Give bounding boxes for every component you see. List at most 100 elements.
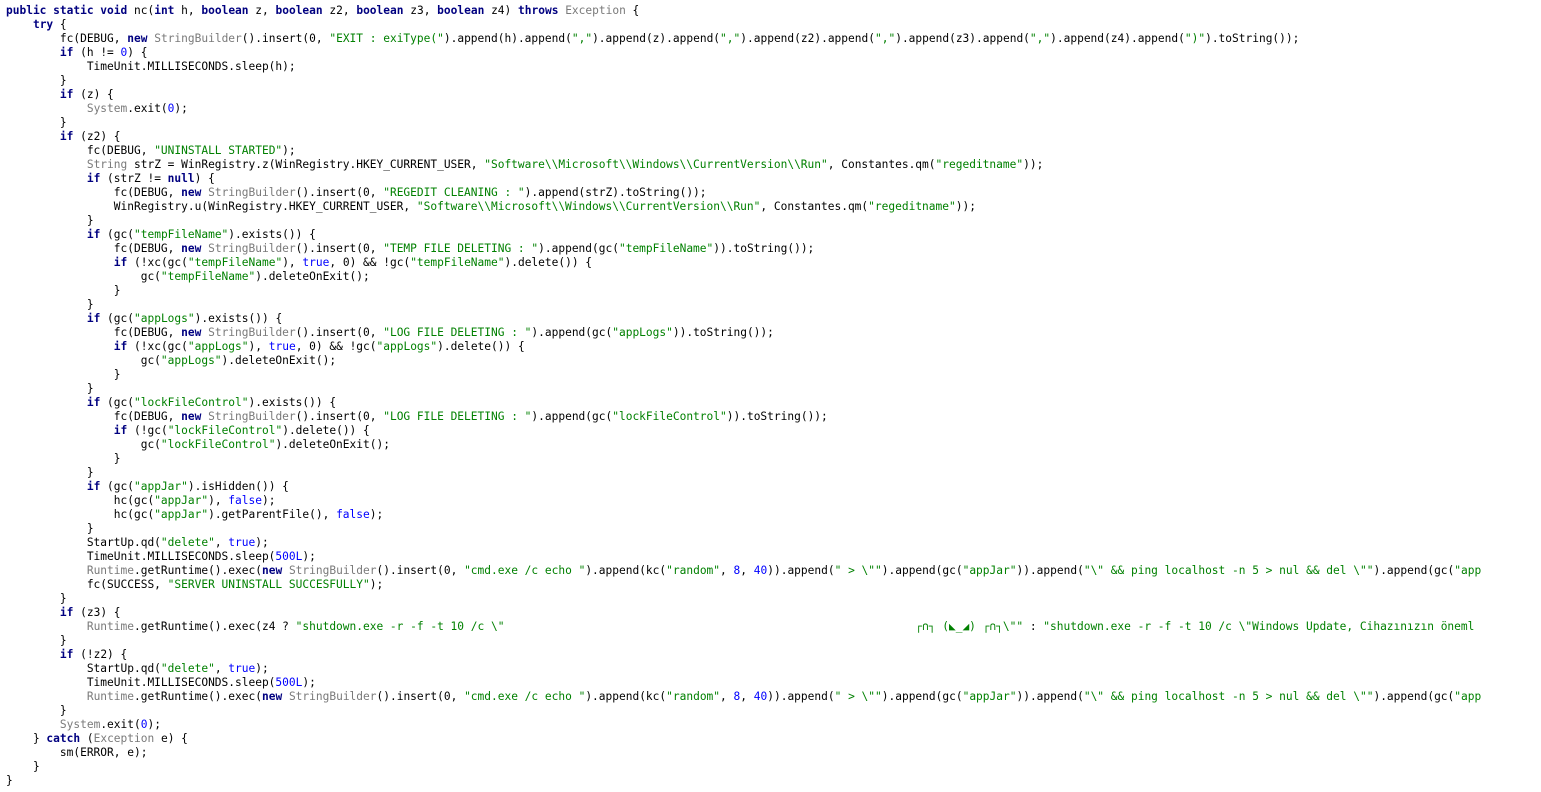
code-token: "cmd.exe /c echo " <box>464 690 586 703</box>
code-token: ), <box>248 340 269 353</box>
code-token: int <box>154 4 175 17</box>
code-line: sm(ERROR, e); <box>6 746 148 760</box>
code-token: try <box>32 18 54 31</box>
code-token: )).append( <box>767 690 835 703</box>
code-token: "," <box>874 32 896 45</box>
code-token: StringBuilder <box>208 186 296 199</box>
code-token: if <box>86 228 101 241</box>
code-token: if <box>86 396 101 409</box>
code-token: Runtime <box>86 620 134 633</box>
code-token: } <box>6 298 94 311</box>
code-token: ).deleteOnExit(); <box>275 438 390 451</box>
code-token: } <box>6 592 67 605</box>
code-token: if <box>59 88 74 101</box>
code-token: } <box>6 116 67 129</box>
code-token: (gc( <box>100 396 134 409</box>
code-line: if (!xc(gc("tempFileName"), true, 0) && … <box>6 256 592 270</box>
code-line: fc(DEBUG, new StringBuilder().insert(0, … <box>6 186 707 200</box>
code-line: if (strZ != null) { <box>6 172 215 186</box>
code-token: ).delete()) { <box>504 256 593 269</box>
code-token: Runtime <box>86 690 134 703</box>
code-token: "appLogs" <box>612 326 673 339</box>
code-token: fc(DEBUG, <box>6 326 182 339</box>
code-token: true <box>228 536 256 549</box>
code-token: ); <box>255 662 269 675</box>
code-token: ).deleteOnExit(); <box>221 354 337 367</box>
code-token: System <box>86 102 128 115</box>
code-token: } <box>6 466 94 479</box>
code-token: TimeUnit.MILLISECONDS.sleep( <box>6 550 276 563</box>
code-token: ( <box>80 732 94 745</box>
code-token: } <box>6 760 40 773</box>
code-token: "LOG FILE DELETING : " <box>383 326 532 339</box>
code-line: gc("appLogs").deleteOnExit(); <box>6 354 336 368</box>
code-line: if (!z2) { <box>6 648 127 662</box>
code-token: false <box>336 508 370 521</box>
code-token: ); <box>147 718 161 731</box>
code-token: gc( <box>6 354 161 367</box>
code-token: "delete" <box>160 662 215 675</box>
code-token: if <box>59 46 74 59</box>
code-line: WinRegistry.u(WinRegistry.HKEY_CURRENT_U… <box>6 200 976 214</box>
code-token: if <box>59 648 74 661</box>
code-token: "appLogs" <box>134 312 195 325</box>
code-token: ).append(z).append( <box>592 32 721 45</box>
code-token: ).exists()) { <box>228 228 316 241</box>
code-token: null <box>167 172 195 185</box>
code-token: } <box>6 382 94 395</box>
code-token: ).append(gc( <box>1373 690 1455 703</box>
code-token: ().insert(0, <box>376 564 465 577</box>
code-token: )).append( <box>1016 690 1084 703</box>
code-token: ); <box>302 676 316 689</box>
code-token: 40 <box>753 564 768 577</box>
code-token: ().insert(0, <box>376 690 465 703</box>
code-token: (z) { <box>73 88 114 101</box>
code-token: gc( <box>6 270 161 283</box>
code-line: TimeUnit.MILLISECONDS.sleep(500L); <box>6 550 316 564</box>
code-line: } <box>6 704 67 718</box>
code-token: ); <box>369 508 384 521</box>
code-token: ); <box>261 494 276 507</box>
code-token: if <box>59 606 74 619</box>
code-token: ().insert(0, <box>241 32 330 45</box>
code-token: hc(gc( <box>6 494 155 507</box>
code-token: "tempFileName" <box>618 242 714 255</box>
code-line: fc(DEBUG, new StringBuilder().insert(0, … <box>6 410 828 424</box>
code-token: , Constantes.qm( <box>827 158 936 171</box>
code-token: "tempFileName" <box>410 256 505 269</box>
code-token: fc(DEBUG, <box>6 410 182 423</box>
code-token: fc(DEBUG, <box>6 242 182 255</box>
code-token: StringBuilder <box>288 564 377 577</box>
code-token: ).append(z3).append( <box>895 32 1030 45</box>
code-token: if <box>86 480 101 493</box>
code-token: "regeditname" <box>935 158 1024 171</box>
code-token: nc( <box>127 4 155 17</box>
code-token: public static void <box>6 4 128 17</box>
code-token: " > \"" <box>834 564 882 577</box>
code-line: fc(DEBUG, "UNINSTALL STARTED"); <box>6 144 296 158</box>
code-token: , <box>720 690 734 703</box>
code-token: } <box>6 284 121 297</box>
code-token: } <box>6 214 94 227</box>
code-token: "appJar" <box>154 494 209 507</box>
code-token: 500L <box>275 676 303 689</box>
code-line: } <box>6 382 94 396</box>
code-token: fc(DEBUG, <box>6 32 128 45</box>
code-token: ).append(z2).append( <box>740 32 875 45</box>
code-token: boolean <box>437 4 485 17</box>
code-token: ).delete()) { <box>282 424 370 437</box>
code-token: ).append(strZ).toString()); <box>524 186 707 199</box>
code-token: .getRuntime().exec(z4 ? <box>133 620 296 633</box>
code-token: .exit( <box>100 718 141 731</box>
code-line: } <box>6 522 94 536</box>
code-line: } <box>6 74 67 88</box>
code-token: new <box>261 690 283 703</box>
code-token: "tempFileName" <box>160 270 256 283</box>
code-token: z4) <box>484 4 519 17</box>
